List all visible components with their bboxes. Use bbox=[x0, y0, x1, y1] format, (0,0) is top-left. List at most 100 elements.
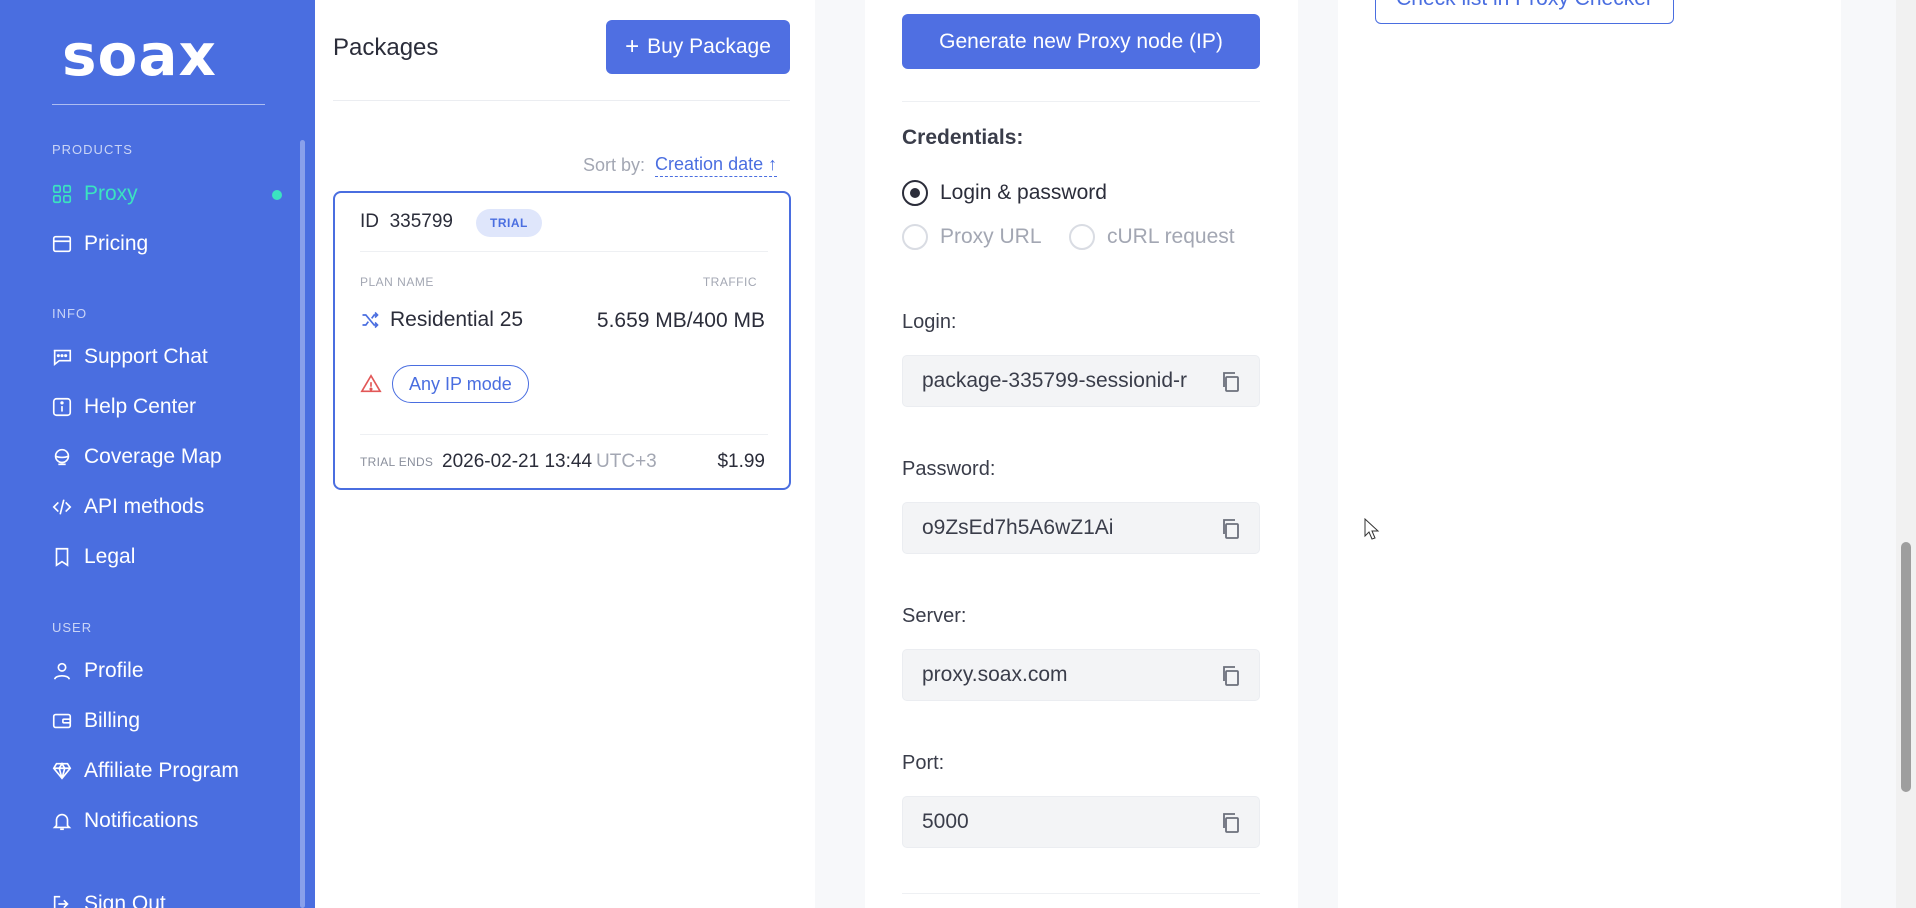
radio-login-password[interactable]: Login & password bbox=[902, 180, 1107, 206]
divider bbox=[360, 251, 768, 252]
page-scrollbar[interactable] bbox=[1896, 0, 1916, 908]
signout-icon bbox=[50, 892, 74, 908]
warning-icon bbox=[360, 373, 382, 395]
grid-icon bbox=[50, 182, 74, 206]
copy-icon[interactable] bbox=[1219, 370, 1243, 394]
copy-icon[interactable] bbox=[1219, 517, 1243, 541]
section-info: INFO bbox=[52, 306, 88, 321]
radio-label: cURL request bbox=[1107, 225, 1235, 248]
sidebar-item-affiliate-program[interactable]: Affiliate Program bbox=[50, 759, 239, 783]
scrollbar-thumb[interactable] bbox=[1901, 542, 1911, 792]
password-label: Password: bbox=[902, 458, 996, 480]
checker-panel bbox=[1338, 0, 1841, 908]
copy-icon[interactable] bbox=[1219, 664, 1243, 688]
login-value: package-335799-sessionid-r bbox=[922, 369, 1187, 392]
divider bbox=[902, 101, 1260, 102]
proxy-checker-button[interactable]: Check list in Proxy Checker bbox=[1375, 0, 1674, 24]
active-indicator-dot bbox=[272, 190, 282, 200]
password-value: o9ZsEd7h5A6wZ1Ai bbox=[922, 516, 1114, 539]
copy-icon[interactable] bbox=[1219, 811, 1243, 835]
plan-name-header: PLAN NAME bbox=[360, 275, 434, 289]
sidebar-item-label: Support Chat bbox=[84, 345, 208, 368]
info-icon bbox=[50, 395, 74, 419]
sidebar: soax PRODUCTS Proxy Pricing INFO Support… bbox=[0, 0, 315, 908]
buy-package-label: Buy Package bbox=[647, 35, 771, 58]
traffic-value: 5.659 MB/400 MB bbox=[596, 309, 765, 332]
server-value: proxy.soax.com bbox=[922, 663, 1068, 686]
packages-title: Packages bbox=[333, 34, 439, 61]
port-label: Port: bbox=[902, 752, 945, 774]
panel-gutter bbox=[1298, 0, 1338, 908]
sidebar-item-proxy[interactable]: Proxy bbox=[50, 182, 138, 206]
chat-icon bbox=[50, 345, 74, 369]
sidebar-item-label: Proxy bbox=[84, 182, 138, 205]
sidebar-item-legal[interactable]: Legal bbox=[50, 545, 135, 569]
diamond-icon bbox=[50, 759, 74, 783]
sidebar-item-label: API methods bbox=[84, 495, 205, 518]
sidebar-item-help-center[interactable]: Help Center bbox=[50, 395, 196, 419]
sidebar-item-label: Billing bbox=[84, 709, 141, 732]
divider bbox=[360, 434, 768, 435]
trial-ends-datetime: 2026-02-21 13:44 bbox=[442, 451, 593, 472]
login-field[interactable]: package-335799-sessionid-r bbox=[902, 355, 1260, 407]
sidebar-item-label: Profile bbox=[84, 659, 144, 682]
bell-icon bbox=[50, 809, 74, 833]
sidebar-item-notifications[interactable]: Notifications bbox=[50, 809, 198, 833]
mouse-cursor-icon bbox=[1364, 517, 1380, 540]
plan-name: Residential 25 bbox=[360, 308, 523, 332]
code-icon bbox=[50, 495, 74, 519]
logo-divider bbox=[52, 104, 265, 105]
sidebar-item-label: Legal bbox=[84, 545, 136, 568]
divider bbox=[333, 100, 790, 101]
sidebar-item-sign-out[interactable]: Sign Out bbox=[50, 892, 166, 908]
package-id-label: ID bbox=[360, 211, 379, 232]
port-value: 5000 bbox=[922, 810, 969, 833]
sidebar-item-profile[interactable]: Profile bbox=[50, 659, 144, 683]
section-products: PRODUCTS bbox=[52, 142, 133, 157]
package-card[interactable]: ID 335799 TRIAL PLAN NAME TRAFFIC Reside… bbox=[333, 191, 791, 490]
buy-package-button[interactable]: + Buy Package bbox=[606, 20, 790, 74]
plus-icon: + bbox=[625, 33, 640, 60]
sidebar-item-label: Help Center bbox=[84, 395, 197, 418]
soax-logo[interactable]: soax bbox=[62, 26, 217, 84]
package-id: ID 335799 bbox=[360, 211, 453, 233]
bookmark-icon bbox=[50, 545, 74, 569]
sidebar-item-api-methods[interactable]: API methods bbox=[50, 495, 204, 519]
user-icon bbox=[50, 659, 74, 683]
trial-ends-value: 2026-02-21 13:44 UTC+3 bbox=[442, 451, 657, 473]
radio-label: Login & password bbox=[940, 181, 1107, 204]
sidebar-item-pricing[interactable]: Pricing bbox=[50, 232, 148, 256]
card-icon bbox=[50, 709, 74, 733]
credentials-title: Credentials: bbox=[902, 126, 1024, 149]
divider bbox=[902, 893, 1260, 894]
radio-proxy-url[interactable]: Proxy URL bbox=[902, 224, 1042, 250]
sort-control: Sort by: Creation date ↑ bbox=[583, 154, 778, 177]
trial-ends-label: TRIAL ENDS bbox=[360, 455, 434, 469]
generate-proxy-node-button[interactable]: Generate new Proxy node (IP) bbox=[902, 14, 1260, 69]
traffic-header: TRAFFIC bbox=[702, 275, 757, 289]
sidebar-item-support-chat[interactable]: Support Chat bbox=[50, 345, 208, 369]
radio-circle bbox=[902, 224, 928, 250]
sidebar-scrollbar[interactable] bbox=[300, 140, 305, 908]
radio-label: Proxy URL bbox=[940, 225, 1042, 248]
wallet-icon bbox=[50, 232, 74, 256]
sidebar-item-coverage-map[interactable]: Coverage Map bbox=[50, 445, 222, 469]
package-price: $1.99 bbox=[717, 451, 765, 472]
trial-ends-timezone: UTC+3 bbox=[596, 451, 657, 472]
password-field[interactable]: o9ZsEd7h5A6wZ1Ai bbox=[902, 502, 1260, 554]
sort-label: Sort by: bbox=[583, 155, 646, 175]
sort-dropdown[interactable]: Creation date ↑ bbox=[655, 154, 778, 177]
login-label: Login: bbox=[902, 311, 957, 333]
panel-gutter bbox=[815, 0, 865, 908]
radio-curl-request[interactable]: cURL request bbox=[1069, 224, 1235, 250]
ip-mode-pill[interactable]: Any IP mode bbox=[392, 365, 529, 403]
server-label: Server: bbox=[902, 605, 967, 627]
radio-circle bbox=[1069, 224, 1095, 250]
sidebar-item-billing[interactable]: Billing bbox=[50, 709, 140, 733]
sidebar-item-label: Notifications bbox=[84, 809, 199, 832]
server-field[interactable]: proxy.soax.com bbox=[902, 649, 1260, 701]
trial-badge: TRIAL bbox=[476, 209, 542, 237]
panel-gutter bbox=[1841, 0, 1896, 908]
port-field[interactable]: 5000 bbox=[902, 796, 1260, 848]
shuffle-icon bbox=[360, 310, 380, 330]
